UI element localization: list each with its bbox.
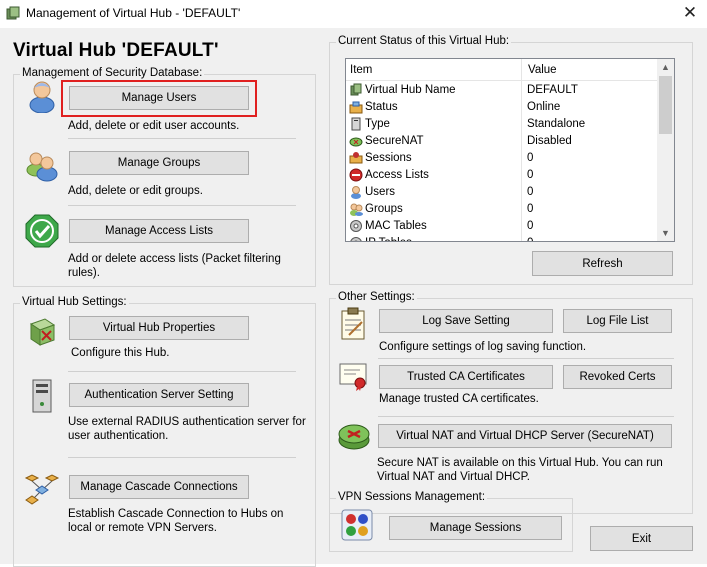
- status-row-item: Access Lists: [365, 169, 429, 181]
- separator: [68, 205, 296, 206]
- vpn-sessions-label: VPN Sessions Management:: [336, 491, 488, 503]
- hub-properties-desc: Configure this Hub.: [71, 347, 170, 359]
- log-file-list-button[interactable]: Log File List: [563, 309, 672, 333]
- log-save-desc: Configure settings of log saving functio…: [379, 341, 587, 353]
- group-icon: [26, 152, 58, 182]
- status-row-item: MAC Tables: [365, 220, 427, 232]
- manage-sessions-button[interactable]: Manage Sessions: [389, 516, 562, 540]
- hub-properties-icon: [29, 318, 56, 346]
- status-row-item: Virtual Hub Name: [365, 84, 456, 96]
- status-row-item: SecureNAT: [365, 135, 424, 147]
- status-list[interactable]: Item Value Virtual Hub Name DEFAULT Status…: [345, 58, 675, 242]
- status-row-value: Disabled: [527, 135, 572, 147]
- sessions-icon: [349, 152, 363, 164]
- hub-icon: [350, 83, 362, 96]
- status-row-value: 0: [527, 186, 534, 198]
- auth-server-setting-button[interactable]: Authentication Server Setting: [69, 383, 249, 407]
- status-row[interactable]: Access Lists 0: [346, 167, 656, 184]
- col-item-header[interactable]: Item: [350, 64, 372, 76]
- auth-server-desc: Use external RADIUS authentication serve…: [68, 416, 306, 442]
- access-list-icon: [25, 214, 59, 248]
- sessions-icon: [341, 509, 373, 541]
- window-title: Management of Virtual Hub - 'DEFAULT': [26, 6, 241, 20]
- status-row-item: Users: [365, 186, 396, 198]
- status-row[interactable]: Sessions 0: [346, 150, 656, 167]
- status-row-value: 0: [527, 237, 533, 241]
- dialog-body: Virtual Hub 'DEFAULT' Management of Secu…: [0, 28, 707, 567]
- securenat-button[interactable]: Virtual NAT and Virtual DHCP Server (Sec…: [378, 424, 672, 448]
- log-save-setting-button[interactable]: Log Save Setting: [379, 309, 553, 333]
- status-row-item: Status: [365, 101, 398, 113]
- app-icon: [6, 6, 20, 20]
- separator: [378, 358, 674, 359]
- highlight-box: [61, 80, 257, 117]
- certificate-icon: [339, 363, 367, 391]
- scroll-thumb[interactable]: [659, 76, 672, 134]
- status-icon: [349, 101, 363, 114]
- status-row[interactable]: Virtual Hub Name DEFAULT: [346, 82, 656, 99]
- status-row-value: 0: [527, 169, 534, 181]
- user-icon: [29, 81, 55, 113]
- hub-properties-button[interactable]: Virtual Hub Properties: [69, 316, 249, 340]
- status-row-value: 0: [527, 220, 534, 232]
- status-row[interactable]: Type Standalone: [346, 116, 656, 133]
- status-row-item: Sessions: [365, 152, 412, 164]
- separator: [378, 416, 674, 417]
- status-row-value: DEFAULT: [527, 84, 578, 96]
- manage-groups-desc: Add, delete or edit groups.: [68, 185, 203, 197]
- status-list-header: Item Value: [346, 59, 674, 81]
- refresh-button[interactable]: Refresh: [532, 251, 673, 276]
- status-row-item: Groups: [365, 203, 403, 215]
- user-icon: [351, 186, 361, 199]
- status-row-value: 0: [527, 203, 534, 215]
- manage-groups-button[interactable]: Manage Groups: [69, 151, 249, 175]
- status-row-value: Standalone: [527, 118, 586, 130]
- securenat-desc: Secure NAT is available on this Virtual …: [377, 457, 663, 483]
- status-row[interactable]: MAC Tables 0: [346, 218, 656, 235]
- manage-users-desc: Add, delete or edit user accounts.: [68, 120, 240, 132]
- close-icon[interactable]: ✕: [676, 2, 704, 24]
- hub-settings-label: Virtual Hub Settings:: [20, 296, 129, 308]
- scroll-down-icon[interactable]: ▼: [657, 225, 674, 241]
- status-row[interactable]: Groups 0: [346, 201, 656, 218]
- cascade-icon: [24, 474, 60, 505]
- status-row[interactable]: Status Online: [346, 99, 656, 116]
- status-row[interactable]: IP Tables 0: [346, 235, 656, 241]
- security-db-label: Management of Security Database:: [20, 67, 205, 79]
- status-row-item: IP Tables: [365, 237, 412, 241]
- trusted-ca-desc: Manage trusted CA certificates.: [379, 393, 539, 405]
- status-label: Current Status of this Virtual Hub:: [336, 35, 512, 47]
- scroll-up-icon[interactable]: ▲: [657, 59, 674, 75]
- separator: [68, 457, 296, 458]
- hub-title: Virtual Hub 'DEFAULT': [13, 40, 219, 61]
- status-row[interactable]: Users 0: [346, 184, 656, 201]
- status-scrollbar[interactable]: ▲ ▼: [657, 59, 674, 241]
- ip-table-icon: [350, 237, 362, 241]
- revoked-certs-button[interactable]: Revoked Certs: [563, 365, 672, 389]
- manage-cascade-desc: Establish Cascade Connection to Hubs on …: [68, 508, 284, 534]
- manage-access-lists-desc: Add or delete access lists (Packet filte…: [68, 253, 281, 279]
- securenat-icon: [338, 424, 370, 450]
- group-icon: [350, 203, 363, 216]
- exit-button[interactable]: Exit: [590, 526, 693, 551]
- manage-cascade-button[interactable]: Manage Cascade Connections: [69, 475, 249, 499]
- status-row-value: Online: [527, 101, 561, 113]
- access-list-icon: [349, 168, 363, 182]
- other-settings-label: Other Settings:: [336, 291, 417, 303]
- col-value-header[interactable]: Value: [528, 64, 557, 76]
- server-icon: [32, 379, 52, 413]
- status-row[interactable]: SecureNAT Disabled: [346, 133, 656, 150]
- log-notepad-icon: [341, 307, 365, 340]
- mac-table-icon: [350, 220, 362, 232]
- trusted-ca-button[interactable]: Trusted CA Certificates: [379, 365, 553, 389]
- manage-access-lists-button[interactable]: Manage Access Lists: [69, 219, 249, 243]
- status-row-item: Type: [365, 118, 390, 130]
- title-bar: Management of Virtual Hub - 'DEFAULT' ✕: [0, 0, 707, 28]
- separator: [68, 138, 296, 139]
- separator: [68, 371, 296, 372]
- securenat-icon: [349, 137, 363, 147]
- status-row-value: 0: [527, 152, 534, 164]
- server-icon: [351, 117, 361, 131]
